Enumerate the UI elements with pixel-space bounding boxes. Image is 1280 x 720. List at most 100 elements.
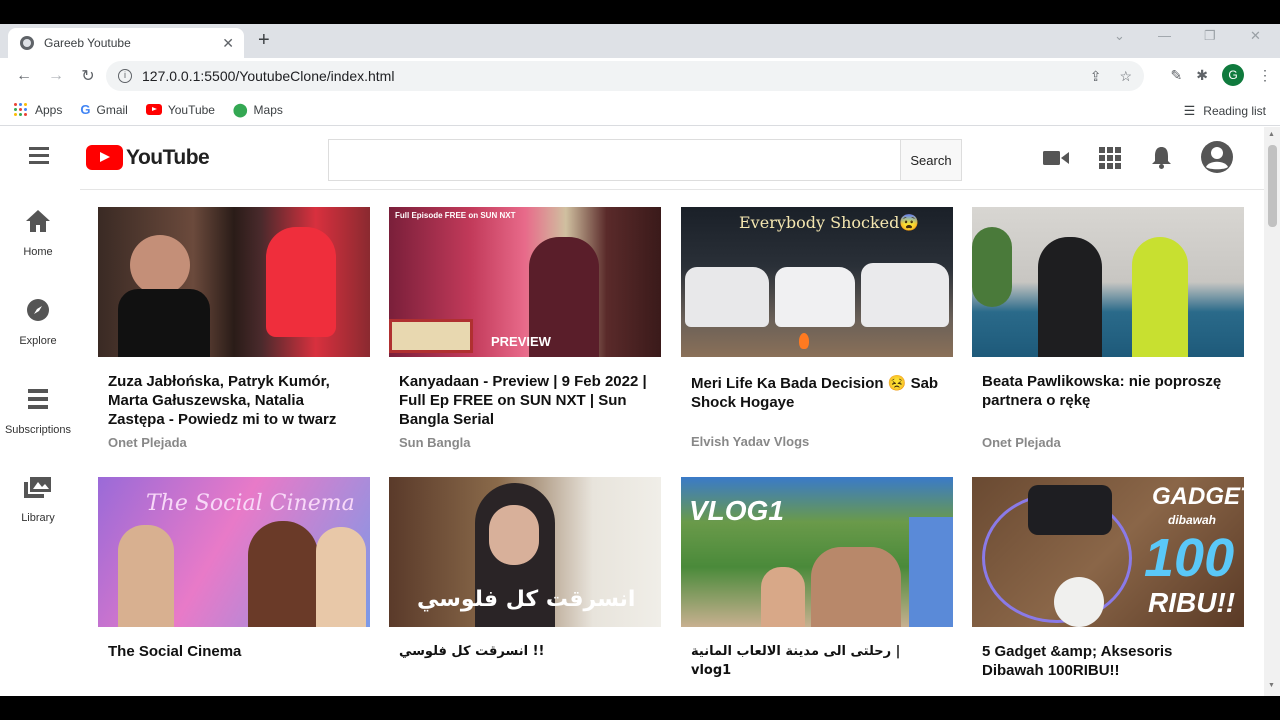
sidebar-item-library[interactable]: Library (0, 476, 76, 526)
thumb-caption: Everybody Shocked😨 (739, 213, 920, 232)
video-title[interactable]: انسرقت كل فلوسي !! (399, 642, 651, 661)
address-bar[interactable]: i 127.0.0.1:5500/YoutubeClone/index.html… (106, 61, 1144, 91)
forward-icon[interactable]: → (40, 67, 72, 85)
video-camera-icon[interactable] (1043, 149, 1069, 167)
video-thumbnail[interactable]: The Social Cinema (98, 477, 370, 627)
bookmark-youtube[interactable]: YouTube (145, 103, 215, 117)
info-icon[interactable]: i (118, 69, 132, 83)
video-title[interactable]: Beata Pawlikowska: nie poproszę partnera… (982, 372, 1234, 410)
sidebar-item-label: Home (23, 246, 53, 258)
video-channel[interactable]: Onet Plejada (108, 435, 360, 450)
thumb-shape (775, 267, 855, 327)
video-thumbnail[interactable]: VLOG1 (681, 477, 953, 627)
new-tab-icon[interactable]: + (258, 29, 270, 52)
bookmark-maps[interactable]: ⬤ Maps (233, 102, 283, 118)
video-title[interactable]: Meri Life Ka Bada Decision 😣 Sab Shock H… (691, 374, 943, 412)
hamburger-menu-icon[interactable] (29, 147, 49, 168)
scrollbar-thumb[interactable] (1268, 145, 1277, 227)
thumb-shape (811, 547, 901, 627)
thumb-shape (130, 235, 190, 295)
browser-tab[interactable]: Gareeb Youtube ✕ (8, 28, 244, 58)
video-thumbnail[interactable]: انسرقت كل فلوسي (389, 477, 661, 627)
search-input[interactable] (328, 139, 900, 181)
page-scrollbar[interactable]: ▲ ▼ (1264, 127, 1280, 696)
reading-list-button[interactable]: ☰ Reading list (1184, 103, 1266, 119)
video-card[interactable]: Everybody Shocked😨 Meri Life Ka Bada Dec… (681, 207, 953, 449)
reading-list-label: Reading list (1203, 104, 1266, 118)
video-card[interactable]: VLOG1 رحلتى الى مدينة الالعاب المانية | … (681, 477, 953, 680)
youtube-icon (145, 104, 162, 115)
video-card[interactable]: Full Episode FREE on SUN NXT PREVIEW Kan… (389, 207, 661, 450)
video-channel[interactable]: Elvish Yadav Vlogs (691, 434, 943, 449)
extensions-icon[interactable]: ✱ (1196, 67, 1208, 84)
library-icon (24, 476, 52, 498)
reading-list-icon: ☰ (1183, 103, 1196, 118)
video-thumbnail[interactable]: Full Episode FREE on SUN NXT PREVIEW (389, 207, 661, 357)
scroll-down-icon[interactable]: ▼ (1268, 682, 1275, 689)
video-card[interactable]: Beata Pawlikowska: nie poproszę partnera… (972, 207, 1244, 450)
thumb-caption: VLOG1 (689, 495, 784, 526)
logo-text: YouTube (126, 145, 210, 169)
bell-icon[interactable] (1151, 146, 1172, 169)
thumb-shape (266, 227, 336, 337)
compass-icon (27, 299, 49, 321)
sidebar-item-explore[interactable]: Explore (0, 299, 76, 349)
tab-search-icon[interactable]: ⌄ (1114, 28, 1125, 44)
video-card[interactable]: GADGET dibawah 100 RIBU!! 5 Gadget &amp;… (972, 477, 1244, 680)
video-channel[interactable]: Sun Bangla (399, 435, 651, 450)
video-thumbnail[interactable]: Everybody Shocked😨 (681, 207, 953, 357)
video-thumbnail[interactable] (98, 207, 370, 357)
webpage: YouTube Search Home Explore Subscription… (0, 127, 1264, 696)
apps-grid-icon[interactable] (1099, 147, 1121, 169)
video-title[interactable]: Zuza Jabłońska, Patryk Kumór, Marta Gału… (108, 372, 360, 429)
video-title[interactable]: The Social Cinema (108, 642, 360, 661)
scroll-up-icon[interactable]: ▲ (1268, 131, 1275, 138)
reload-icon[interactable]: ↻ (72, 66, 104, 86)
thumb-shape (685, 267, 769, 327)
share-icon[interactable]: ⇪ (1090, 68, 1102, 85)
sidebar-item-subscriptions[interactable]: Subscriptions (0, 388, 76, 438)
close-tab-icon[interactable]: ✕ (222, 35, 234, 52)
youtube-logo[interactable]: YouTube (86, 145, 210, 170)
thumb-shape (316, 527, 366, 627)
video-title[interactable]: رحلتى الى مدينة الالعاب المانية | vlog1 (691, 642, 943, 680)
video-card[interactable]: Zuza Jabłońska, Patryk Kumór, Marta Gału… (98, 207, 370, 450)
thumb-shape (972, 227, 1012, 307)
thumb-shape (861, 263, 949, 327)
video-card[interactable]: The Social Cinema The Social Cinema (98, 477, 370, 661)
video-card[interactable]: انسرقت كل فلوسي انسرقت كل فلوسي !! (389, 477, 661, 661)
subscriptions-icon (28, 389, 48, 409)
video-thumbnail[interactable]: GADGET dibawah 100 RIBU!! (972, 477, 1244, 627)
maps-pin-icon: ⬤ (232, 101, 248, 117)
menu-kebab-icon[interactable]: ⋮ (1258, 67, 1272, 84)
google-icon: G (80, 102, 91, 117)
video-thumbnail[interactable] (972, 207, 1244, 357)
site-header: YouTube Search (0, 127, 1264, 189)
video-title[interactable]: Kanyadaan - Preview | 9 Feb 2022 | Full … (399, 372, 651, 429)
bookmarks-bar: Apps G Gmail YouTube ⬤ Maps ☰ Reading li… (0, 94, 1280, 126)
thumb-caption: GADGET (1152, 483, 1244, 510)
profile-avatar[interactable]: G (1222, 64, 1244, 86)
search-button[interactable]: Search (900, 139, 962, 181)
bookmark-gmail[interactable]: G Gmail (80, 102, 127, 117)
window-close-icon[interactable]: ✕ (1250, 28, 1261, 44)
globe-icon (20, 36, 34, 50)
bookmark-star-icon[interactable]: ☆ (1119, 68, 1132, 85)
thumb-shape (909, 517, 953, 627)
minimize-icon[interactable]: — (1158, 28, 1171, 43)
thumb-shape (1038, 237, 1102, 357)
header-divider (80, 189, 1264, 190)
user-avatar-icon[interactable] (1201, 141, 1233, 173)
sidebar-item-label: Subscriptions (4, 424, 72, 436)
restore-icon[interactable]: ❐ (1204, 28, 1216, 44)
youtube-logo-icon (86, 145, 123, 170)
sidebar-item-home[interactable]: Home (0, 210, 76, 260)
bookmark-apps[interactable]: Apps (14, 103, 62, 117)
back-icon[interactable]: ← (8, 67, 40, 85)
video-channel[interactable]: Onet Plejada (982, 435, 1234, 450)
fire-emoji-icon (799, 333, 809, 349)
eyedropper-icon[interactable]: ✎ (1171, 67, 1183, 84)
video-title[interactable]: 5 Gadget &amp; Aksesoris Dibawah 100RIBU… (982, 642, 1234, 680)
thumb-shape (389, 319, 473, 353)
thumb-caption: Full Episode FREE on SUN NXT (395, 211, 516, 220)
